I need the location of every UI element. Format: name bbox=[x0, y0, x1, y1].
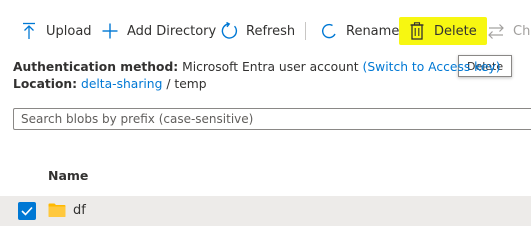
folder-icon bbox=[48, 202, 66, 222]
breadcrumb-container-link[interactable]: delta-sharing bbox=[81, 77, 162, 91]
toolbar-separator bbox=[305, 22, 306, 40]
storage-browser: Upload Add Directory Refresh Rename Dele… bbox=[0, 0, 531, 251]
trash-icon bbox=[408, 22, 426, 40]
location-label: Location: bbox=[13, 77, 78, 91]
breadcrumb-current-folder: temp bbox=[174, 77, 207, 91]
row-name-link[interactable]: df bbox=[73, 203, 86, 218]
upload-icon bbox=[20, 22, 38, 40]
delete-button[interactable]: Delete bbox=[408, 14, 477, 48]
row-checkbox[interactable] bbox=[18, 202, 36, 220]
plus-icon bbox=[101, 22, 119, 40]
change-access-button[interactable]: Cha bbox=[487, 14, 531, 48]
upload-label: Upload bbox=[46, 23, 92, 39]
search-placeholder: Search blobs by prefix (case-sensitive) bbox=[21, 112, 254, 126]
column-header-name[interactable]: Name bbox=[48, 168, 88, 183]
upload-button[interactable]: Upload bbox=[20, 14, 92, 48]
toolbar: Upload Add Directory Refresh Rename Dele… bbox=[0, 14, 531, 48]
delete-label: Delete bbox=[434, 23, 477, 39]
rename-label: Rename bbox=[346, 23, 400, 39]
rename-icon bbox=[320, 22, 338, 40]
refresh-label: Refresh bbox=[246, 23, 296, 39]
checkmark-icon bbox=[21, 206, 33, 216]
auth-method-value: Microsoft Entra user account bbox=[182, 60, 359, 74]
change-access-label: Cha bbox=[513, 23, 531, 39]
breadcrumb-separator: / bbox=[166, 77, 171, 91]
rename-button[interactable]: Rename bbox=[320, 14, 399, 48]
swap-arrows-icon bbox=[487, 22, 505, 40]
auth-method-label: Authentication method: bbox=[13, 60, 179, 74]
switch-to-access-key-link[interactable]: (Switch to Access key) bbox=[363, 60, 501, 74]
auth-method-line: Authentication method: Microsoft Entra u… bbox=[13, 60, 501, 74]
refresh-button[interactable]: Refresh bbox=[220, 14, 295, 48]
column-header-label: Name bbox=[48, 168, 89, 183]
add-directory-label: Add Directory bbox=[127, 23, 217, 39]
location-line: Location: delta-sharing / temp bbox=[13, 77, 207, 91]
search-blobs-input[interactable]: Search blobs by prefix (case-sensitive) bbox=[13, 108, 531, 130]
add-directory-button[interactable]: Add Directory bbox=[101, 14, 216, 48]
table-row[interactable]: df bbox=[0, 196, 531, 226]
refresh-icon bbox=[220, 22, 238, 40]
